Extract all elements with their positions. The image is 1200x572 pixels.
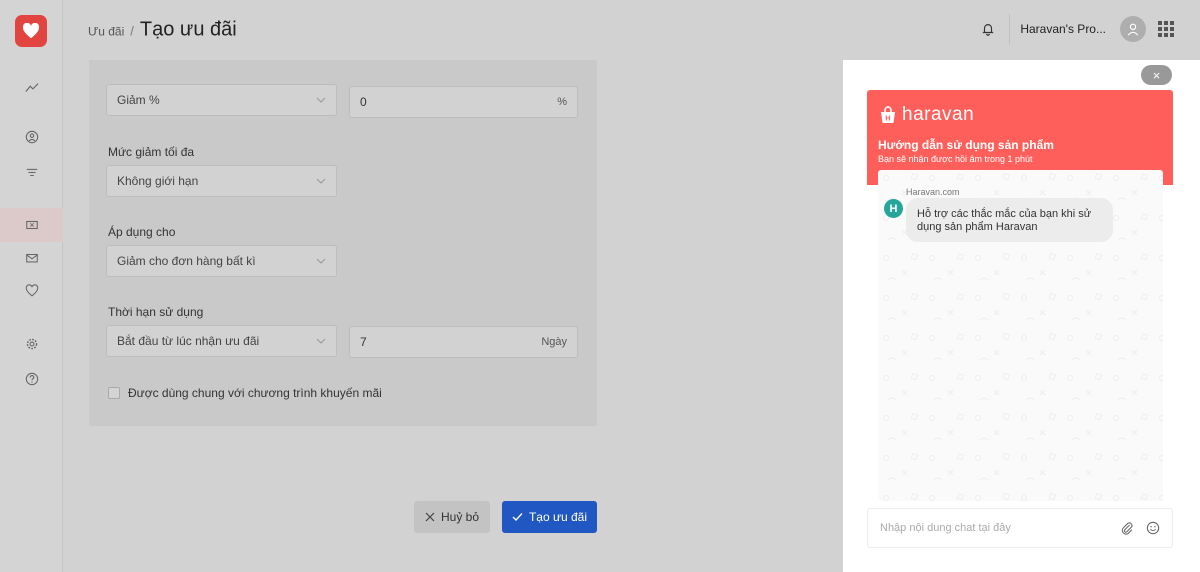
apps-grid-icon[interactable] — [1158, 21, 1174, 37]
apply-to-select[interactable]: Giảm cho đơn hàng bất kì — [106, 245, 337, 277]
chevron-down-icon — [316, 338, 326, 344]
chat-brand-name: haravan — [902, 104, 975, 125]
haravan-bag-icon: H — [881, 106, 895, 123]
sender-avatar: H — [884, 199, 903, 218]
chat-input-bar — [867, 508, 1173, 548]
ticket-icon — [25, 220, 38, 230]
validity-select[interactable]: Bắt đầu từ lúc nhận ưu đãi — [106, 325, 337, 357]
sidebar-item-customers[interactable] — [0, 120, 63, 154]
chevron-down-icon — [316, 97, 326, 103]
discount-value-suffix: % — [557, 96, 567, 108]
sidebar — [0, 0, 63, 572]
sidebar-item-vouchers[interactable] — [0, 208, 63, 242]
sidebar-item-messages[interactable] — [0, 241, 63, 275]
chevron-down-icon — [316, 178, 326, 184]
combine-promotion-checkbox[interactable] — [108, 387, 120, 399]
help-circle-icon — [25, 372, 38, 386]
store-name[interactable]: Haravan's Pro... — [1020, 22, 1106, 36]
validity-days: 7 — [360, 335, 367, 349]
max-discount-value: Không giới hạn — [117, 174, 199, 188]
apply-to-value: Giảm cho đơn hàng bất kì — [117, 254, 256, 268]
paperclip-icon[interactable] — [1120, 521, 1134, 535]
chat-messages-area: Haravan.com H Hỗ trợ các thắc mắc của bạ… — [878, 170, 1163, 501]
message-bubble: Hỗ trợ các thắc mắc của bạn khi sử dụng … — [906, 198, 1113, 242]
validity-value: Bắt đầu từ lúc nhận ưu đãi — [117, 334, 260, 348]
heart-logo-icon — [22, 23, 40, 39]
emoji-icon[interactable] — [1146, 521, 1160, 535]
apply-to-label: Áp dụng cho — [108, 225, 176, 239]
create-voucher-button-label: Tạo ưu đãi — [528, 510, 588, 524]
sidebar-item-help[interactable] — [0, 362, 63, 396]
chevron-down-icon — [316, 258, 326, 264]
sidebar-item-settings[interactable] — [0, 327, 63, 361]
app-logo[interactable] — [15, 15, 47, 47]
user-avatar[interactable] — [1120, 16, 1146, 42]
discount-type-select[interactable]: Giảm % — [106, 84, 337, 116]
validity-days-input[interactable]: 7 Ngày — [349, 326, 578, 358]
trend-line-icon — [24, 83, 39, 92]
svg-text:H: H — [885, 116, 891, 123]
topbar-actions: Haravan's Pro... — [973, 14, 1174, 44]
message-sender: Haravan.com — [906, 187, 960, 197]
user-circle-icon — [25, 130, 38, 144]
combine-promotion-label: Được dùng chung với chương trình khuyến … — [128, 386, 382, 400]
breadcrumb: Ưu đãi / Tạo ưu đãi — [88, 19, 237, 42]
chat-brand: H haravan — [878, 104, 974, 126]
sidebar-item-analytics[interactable] — [0, 71, 63, 105]
cancel-button[interactable]: Huỷ bỏ — [414, 501, 490, 533]
chat-close-button[interactable]: × — [1141, 65, 1172, 85]
user-icon — [1127, 23, 1139, 36]
breadcrumb-parent-link[interactable]: Ưu đãi — [88, 25, 124, 39]
filter-icon — [26, 168, 37, 177]
combine-promotion-option[interactable]: Được dùng chung với chương trình khuyến … — [108, 386, 382, 400]
sidebar-item-loyalty[interactable] — [0, 274, 63, 308]
gear-icon — [26, 338, 37, 350]
discount-value: 0 — [360, 95, 367, 109]
cancel-button-label: Huỷ bỏ — [440, 510, 480, 524]
mail-icon — [25, 253, 38, 263]
validity-label: Thời hạn sử dụng — [108, 305, 204, 319]
sidebar-item-filter[interactable] — [0, 155, 63, 189]
create-voucher-button[interactable]: Tạo ưu đãi — [502, 501, 597, 533]
topbar-divider — [1009, 14, 1011, 44]
notification-button[interactable] — [973, 14, 1003, 44]
validity-days-suffix: Ngày — [541, 336, 567, 348]
max-discount-select[interactable]: Không giới hạn — [106, 165, 337, 197]
page-title: Tạo ưu đãi — [139, 18, 237, 41]
heart-icon — [25, 284, 38, 297]
breadcrumb-separator: / — [130, 23, 134, 39]
close-icon — [425, 512, 435, 522]
topbar: Ưu đãi / Tạo ưu đãi Haravan's Pro... — [64, 0, 1200, 60]
voucher-form-card: Giảm % 0 % Mức giảm tối đa Không giới hạ… — [89, 60, 597, 426]
discount-value-input[interactable]: 0 % — [349, 86, 578, 118]
chat-message-input[interactable] — [880, 522, 1108, 534]
chat-title: Hướng dẫn sử dụng sản phẩm — [878, 138, 1054, 152]
check-icon — [512, 513, 523, 521]
max-discount-label: Mức giảm tối đa — [108, 145, 195, 159]
bell-icon — [982, 24, 995, 36]
discount-type-value: Giảm % — [117, 93, 160, 107]
chat-subtitle: Bạn sẽ nhận được hồi âm trong 1 phút — [878, 154, 1033, 164]
